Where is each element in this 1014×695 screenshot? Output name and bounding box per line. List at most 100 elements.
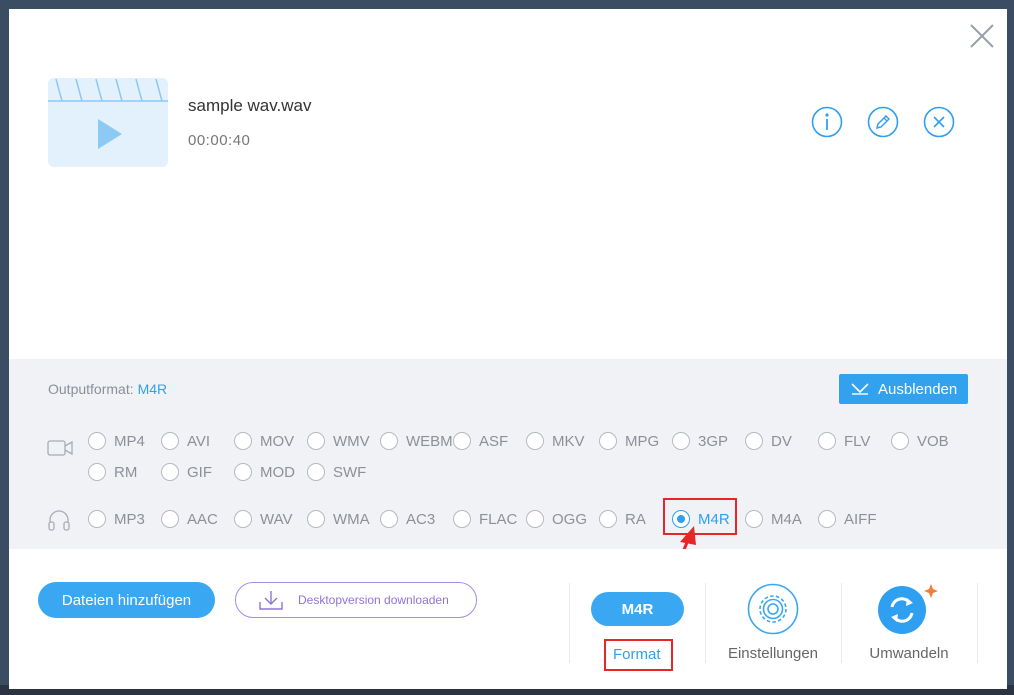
radio-button[interactable] [599,510,617,528]
format-option-label: MP3 [114,510,145,528]
desktop-download-button[interactable]: Desktopversion downloaden [235,582,477,618]
format-option-wav[interactable]: WAV [234,508,293,530]
radio-button[interactable] [745,510,763,528]
radio-button[interactable] [745,432,763,450]
radio-button[interactable] [161,432,179,450]
format-option-aac[interactable]: AAC [161,508,218,530]
radio-button[interactable] [307,510,325,528]
format-option-label: WAV [260,510,293,528]
info-icon[interactable] [811,106,843,138]
download-icon [259,591,283,610]
format-label[interactable]: Format [613,646,661,663]
add-files-button[interactable]: Dateien hinzufügen [38,582,215,618]
format-option-label: M4A [771,510,802,528]
hide-formats-label: Ausblenden [878,380,958,398]
remove-icon[interactable] [923,106,955,138]
format-option-label: WMV [333,432,370,450]
format-option-label: AIFF [844,510,877,528]
video-camera-icon [47,440,73,456]
close-icon[interactable] [969,23,995,49]
radio-button[interactable] [88,463,106,481]
radio-button[interactable] [380,432,398,450]
output-format-value: M4R [137,381,168,397]
radio-button[interactable] [599,432,617,450]
divider [705,583,706,663]
format-option-wma[interactable]: WMA [307,508,370,530]
format-option-ogg[interactable]: OGG [526,508,587,530]
format-option-label: WEBM [406,432,453,450]
format-option-rm[interactable]: RM [88,461,137,483]
format-option-mov[interactable]: MOV [234,430,294,452]
radio-button[interactable] [526,432,544,450]
radio-button[interactable] [818,432,836,450]
pencil-icon[interactable] [867,106,899,138]
format-option-label: ASF [479,432,509,450]
radio-button[interactable] [453,432,471,450]
format-option-dv[interactable]: DV [745,430,792,452]
radio-button[interactable] [526,510,544,528]
format-option-label: MOV [260,432,295,450]
hide-formats-button[interactable]: Ausblenden [839,374,968,404]
format-option-label: GIF [187,463,212,481]
format-option-label: MPG [625,432,660,450]
radio-button[interactable] [161,463,179,481]
radio-button[interactable] [380,510,398,528]
radio-button[interactable] [234,463,252,481]
format-option-mod[interactable]: MOD [234,461,295,483]
divider [841,583,842,663]
settings-button[interactable]: Einstellungen [723,583,823,662]
radio-button[interactable] [891,432,909,450]
format-option-label: AAC [187,510,218,528]
radio-button[interactable] [88,432,106,450]
format-option-label: RM [114,463,138,481]
radio-button[interactable] [453,510,471,528]
format-option-mp4[interactable]: MP4 [88,430,145,452]
radio-button[interactable] [234,432,252,450]
video-thumbnail-icon [48,78,168,167]
format-option-label: OGG [552,510,588,528]
output-format-label: Outputformat: M4R [48,381,167,397]
format-option-vob[interactable]: VOB [891,430,949,452]
divider [977,583,978,663]
format-option-label: MP4 [114,432,145,450]
format-option-aiff[interactable]: AIFF [818,508,877,530]
format-option-label: AC3 [406,510,436,528]
radio-button[interactable] [818,510,836,528]
radio-button[interactable] [307,432,325,450]
format-option-label: MOD [260,463,295,481]
format-option-ac3[interactable]: AC3 [380,508,435,530]
radio-button[interactable] [234,510,252,528]
desktop-download-label: Desktopversion downloaden [298,593,449,607]
format-option-label: MKV [552,432,585,450]
radio-button[interactable] [88,510,106,528]
format-option-flac[interactable]: FLAC [453,508,517,530]
format-option-swf[interactable]: SWF [307,461,366,483]
format-selector-button[interactable]: M4R [591,592,684,626]
settings-label: Einstellungen [727,645,819,662]
output-format-caption: Outputformat: [48,381,134,397]
format-option-webm[interactable]: WEBM [380,430,453,452]
format-option-mp3[interactable]: MP3 [88,508,145,530]
format-option-asf[interactable]: ASF [453,430,508,452]
format-option-label: FLV [844,432,871,450]
radio-button[interactable] [307,463,325,481]
format-option-gif[interactable]: GIF [161,461,212,483]
format-option-label: AVI [187,432,211,450]
format-option-avi[interactable]: AVI [161,430,210,452]
file-duration: 00:00:40 [188,132,251,149]
chevron-down-icon [851,383,869,395]
radio-button[interactable] [161,510,179,528]
footer-toolbar: Dateien hinzufügen Desktopversion downlo… [9,549,1007,689]
format-option-label: RA [625,510,646,528]
convert-icon [878,584,938,634]
format-option-mkv[interactable]: MKV [526,430,585,452]
format-option-mpg[interactable]: MPG [599,430,659,452]
format-option-ra[interactable]: RA [599,508,646,530]
format-option-label: DV [771,432,792,450]
format-option-wmv[interactable]: WMV [307,430,370,452]
convert-button[interactable]: Umwandeln [859,583,959,662]
format-option-m4a[interactable]: M4A [745,508,802,530]
format-option-3gp[interactable]: 3GP [672,430,728,452]
format-option-flv[interactable]: FLV [818,430,870,452]
radio-button[interactable] [672,432,690,450]
